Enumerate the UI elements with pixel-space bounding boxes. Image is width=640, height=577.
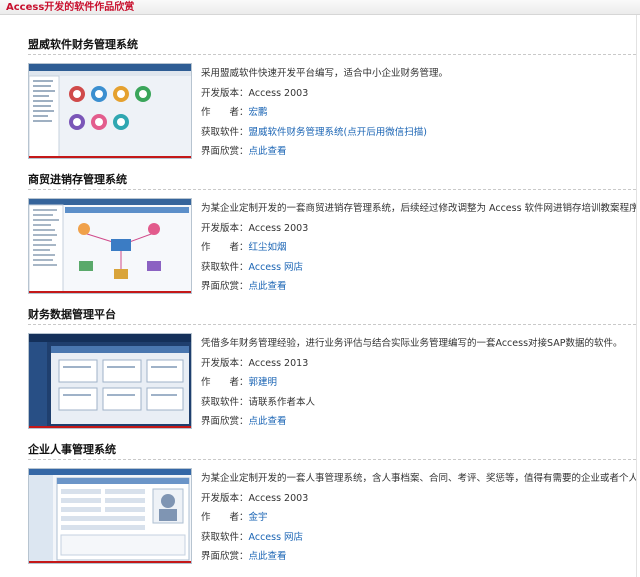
version-label: 开发版本： [201, 222, 249, 234]
view-link[interactable]: 点此查看 [249, 146, 287, 157]
view-label: 界面欣赏： [201, 281, 249, 292]
view-link[interactable]: 点此查看 [249, 551, 287, 562]
author-label: 作 者： [201, 242, 249, 253]
view-link[interactable]: 点此查看 [249, 416, 287, 427]
get-value: 请联系作者本人 [248, 396, 316, 408]
finance-dashboard-preview [29, 64, 191, 158]
get-link[interactable]: 盟威软件财务管理系统(点开后用微信扫描) [249, 127, 427, 138]
version-value: Access 2003 [248, 87, 309, 99]
author-label: 作 者： [201, 107, 249, 118]
author-label: 作 者： [201, 377, 249, 388]
view-label: 界面欣赏： [201, 551, 249, 562]
item-info: 为某企业定制开发的一套人事管理系统，含人事档案、合同、考评、奖惩等，值得有需要的… [201, 469, 636, 567]
software-item-hr: 企业人事管理系统 为某企业定制开发的一套人事管理系统，含人事档案、合同、考评、奖… [0, 443, 640, 577]
get-label: 获取软件： [201, 126, 249, 138]
view-link[interactable]: 点此查看 [249, 281, 287, 292]
divider [28, 324, 636, 325]
item-title[interactable]: 财务数据管理平台 [28, 308, 116, 322]
get-link[interactable]: Access 网店 [249, 532, 304, 543]
item-description: 凭借多年财务管理经验，进行业务评估与结合实际业务管理编写的一套Access对接S… [201, 338, 623, 349]
get-label: 获取软件： [201, 261, 249, 273]
software-item-finance: 盟威软件财务管理系统 采用盟威软件快速开发平台编写，适合中小企业财务管理。 开发… [0, 38, 640, 173]
version-value: Access 2003 [248, 222, 309, 234]
page-header: Access开发的软件作品欣赏 [0, 0, 640, 15]
page-title: Access开发的软件作品欣赏 [6, 2, 135, 13]
item-info: 采用盟威软件快速开发平台编写，适合中小企业财务管理。 开发版本：Access 2… [201, 64, 636, 162]
hr-form-preview [29, 469, 191, 563]
screenshot-thumbnail[interactable] [28, 63, 192, 159]
screenshot-thumbnail[interactable] [28, 468, 192, 564]
item-title[interactable]: 企业人事管理系统 [28, 443, 116, 457]
screenshot-thumbnail[interactable] [28, 198, 192, 294]
divider [28, 54, 636, 55]
item-description: 为某企业定制开发的一套人事管理系统，含人事档案、合同、考评、奖惩等，值得有需要的… [201, 473, 636, 484]
inventory-flow-preview [29, 199, 191, 293]
item-info: 为某企业定制开发的一套商贸进销存管理系统，后续经过修改调整为 Access 软件… [201, 199, 636, 297]
author-link[interactable]: 红尘如烟 [249, 242, 287, 253]
get-label: 获取软件： [201, 531, 249, 543]
author-link[interactable]: 金宇 [249, 512, 268, 523]
get-link[interactable]: Access 网店 [249, 262, 304, 273]
divider [28, 189, 636, 190]
author-link[interactable]: 郭建明 [249, 377, 278, 388]
item-info: 凭借多年财务管理经验，进行业务评估与结合实际业务管理编写的一套Access对接S… [201, 334, 636, 432]
version-label: 开发版本： [201, 357, 249, 369]
screenshot-thumbnail[interactable] [28, 333, 192, 429]
finance-data-preview [29, 334, 191, 428]
item-description: 为某企业定制开发的一套商贸进销存管理系统，后续经过修改调整为 Access 软件… [201, 203, 636, 214]
item-description: 采用盟威软件快速开发平台编写，适合中小企业财务管理。 [201, 68, 449, 79]
view-label: 界面欣赏： [201, 146, 249, 157]
author-label: 作 者： [201, 512, 249, 523]
item-title[interactable]: 商贸进销存管理系统 [28, 173, 127, 187]
software-item-inventory: 商贸进销存管理系统 为某企业定制开发的一套商贸进销存管理系统，后续经过修改调整为… [0, 173, 640, 308]
author-link[interactable]: 宏鹏 [249, 107, 268, 118]
software-item-finance-data: 财务数据管理平台 凭借多年财务管理经验，进行业务评估与结合实际业务管理编写的一套… [0, 308, 640, 443]
get-label: 获取软件： [201, 396, 249, 408]
version-label: 开发版本： [201, 492, 249, 504]
divider [28, 459, 636, 460]
version-value: Access 2013 [248, 357, 309, 369]
view-label: 界面欣赏： [201, 416, 249, 427]
item-title[interactable]: 盟威软件财务管理系统 [28, 38, 138, 52]
version-value: Access 2003 [248, 492, 309, 504]
version-label: 开发版本： [201, 87, 249, 99]
